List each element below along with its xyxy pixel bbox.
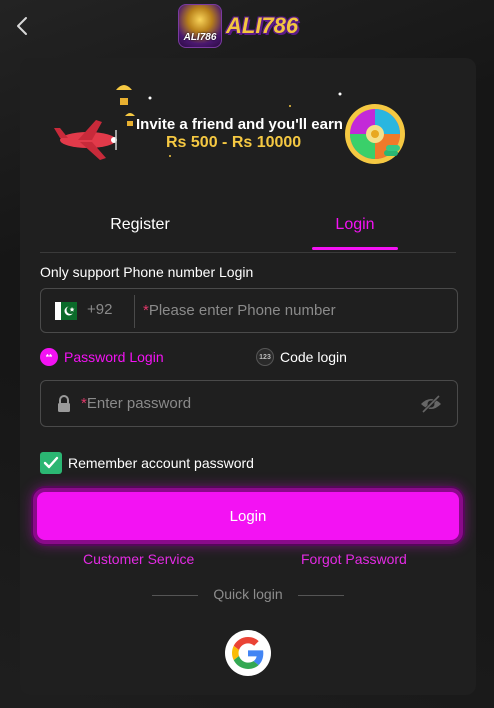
parachute-gift-icon xyxy=(116,85,135,126)
active-tab-indicator xyxy=(312,247,398,250)
numeric-code-icon: 123 xyxy=(256,348,274,366)
logo-badge-text: ALI786 xyxy=(183,32,217,43)
password-field[interactable]: *Enter password xyxy=(40,380,458,427)
required-mark: * xyxy=(143,302,149,319)
customer-service-link[interactable]: Customer Service xyxy=(83,551,194,567)
remember-label: Remember account password xyxy=(68,455,254,471)
back-button[interactable] xyxy=(10,12,34,40)
lock-icon xyxy=(58,395,70,412)
code-login-option[interactable]: 123 Code login xyxy=(256,346,347,368)
eye-off-icon[interactable] xyxy=(419,393,443,415)
password-dots-icon: ** xyxy=(40,348,58,366)
country-code[interactable]: +92 xyxy=(87,301,112,318)
google-icon xyxy=(232,637,264,669)
google-login-button[interactable] xyxy=(225,630,271,676)
password-placeholder-text: Enter password xyxy=(86,395,192,412)
login-button[interactable]: Login xyxy=(33,488,463,544)
prize-wheel-icon xyxy=(345,104,405,164)
app-logo: ALI786 ALI786 xyxy=(178,4,298,48)
code-login-label: Code login xyxy=(280,349,347,365)
phone-placeholder: *Please enter Phone number xyxy=(143,302,336,319)
phone-login-note: Only support Phone number Login xyxy=(40,264,254,280)
checkmark-icon xyxy=(43,456,59,469)
password-login-label: Password Login xyxy=(64,349,164,365)
chevron-left-icon xyxy=(17,17,27,35)
invite-banner[interactable]: Invite a friend and you'll earn Rs 500 -… xyxy=(40,76,420,172)
password-placeholder: *Enter password xyxy=(81,395,191,412)
remember-checkbox[interactable] xyxy=(40,452,62,474)
forgot-password-link[interactable]: Forgot Password xyxy=(301,551,407,567)
logo-wordmark: ALI786 xyxy=(226,13,299,38)
logo-badge: ALI786 xyxy=(178,4,222,48)
phone-field[interactable]: +92 *Please enter Phone number xyxy=(40,288,458,333)
banner-headline: Invite a friend and you'll earn xyxy=(136,116,343,133)
pakistan-flag-icon xyxy=(55,302,77,320)
banner-amount: Rs 500 - Rs 10000 xyxy=(166,134,302,151)
tab-register[interactable]: Register xyxy=(40,200,240,250)
quick-login-divider: Quick login xyxy=(152,586,344,604)
auth-tabs: Register Login xyxy=(40,200,456,253)
phone-placeholder-text: Please enter Phone number xyxy=(148,302,336,319)
tab-login[interactable]: Login xyxy=(312,200,398,250)
password-login-option[interactable]: ** Password Login xyxy=(40,346,164,368)
field-divider xyxy=(134,295,135,328)
top-bar: ALI786 ALI786 xyxy=(0,0,494,52)
remember-password-option[interactable]: Remember account password xyxy=(40,452,254,474)
quick-login-label: Quick login xyxy=(213,586,283,602)
divider-line xyxy=(298,595,344,596)
